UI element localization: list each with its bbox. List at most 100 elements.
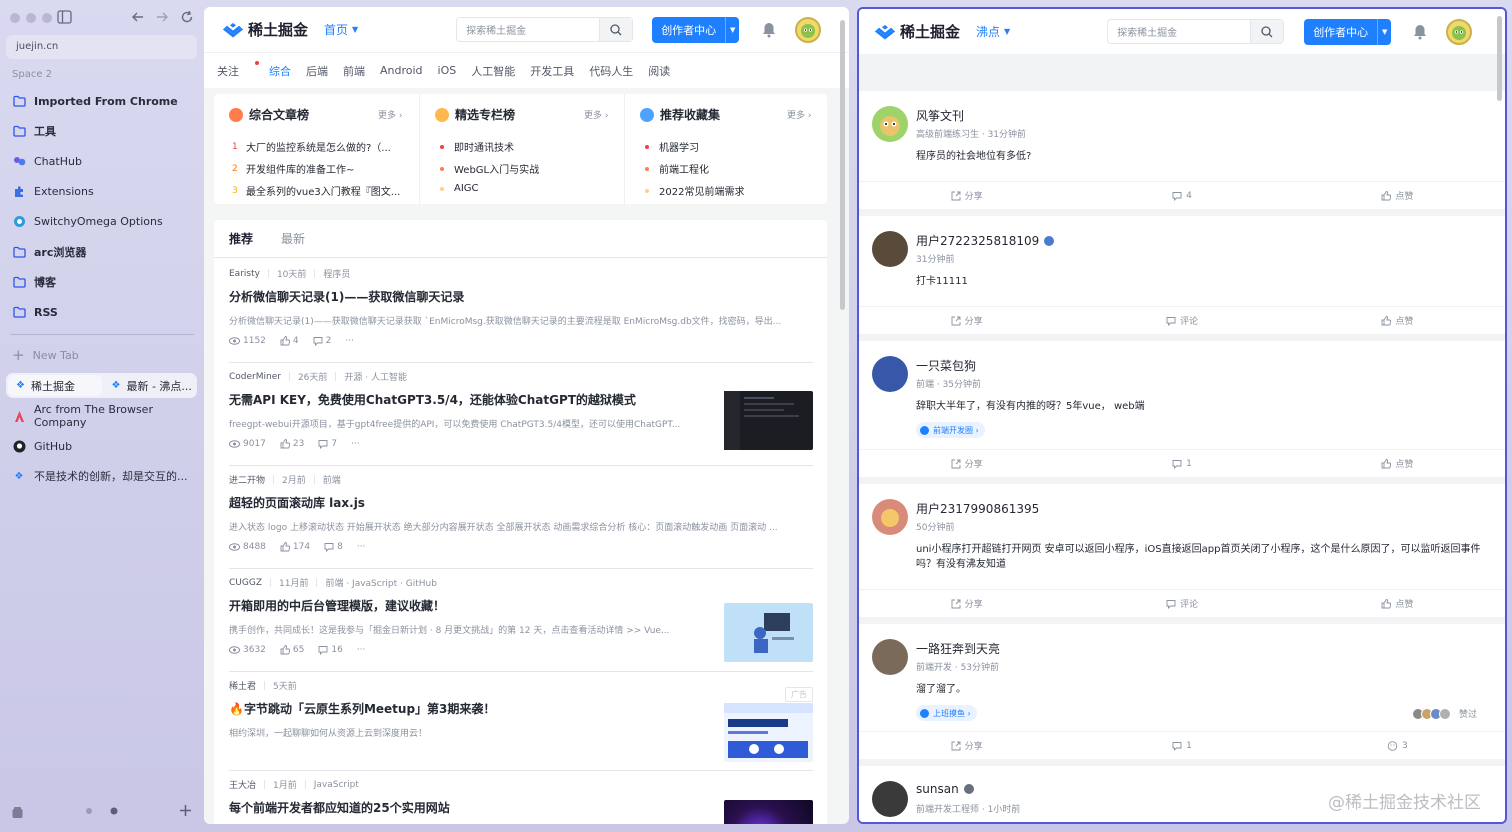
search-input[interactable]: 探索稀土掘金	[456, 17, 634, 42]
minimize-window-button[interactable]	[26, 13, 36, 23]
pin-author[interactable]: sunsan	[916, 782, 974, 796]
rank-item[interactable]: 1 大厂的监控系统是怎么做的?（...	[232, 139, 391, 155]
sidebar-item-switchyomega[interactable]: SwitchyOmega Options	[6, 208, 197, 234]
category-ios[interactable]: iOS	[438, 64, 457, 77]
like-button[interactable]: 点赞	[1290, 450, 1505, 477]
category-all[interactable]: 综合	[269, 63, 291, 79]
category-devtools[interactable]: 开发工具	[530, 63, 574, 79]
left-scrollbar[interactable]	[840, 20, 845, 310]
like-button[interactable]: 点赞	[1290, 307, 1505, 334]
comment-button[interactable]: 4	[1074, 182, 1289, 209]
rank-item[interactable]: 2022常见前端需求	[643, 183, 744, 198]
more-link[interactable]: 更多 ›	[584, 108, 608, 121]
more-icon[interactable]: ···	[351, 439, 360, 449]
article-thumbnail[interactable]	[724, 391, 813, 450]
pin-item[interactable]: 用户2317990861395 50分钟前 uni小程序打开超链打开网页 安卓可…	[859, 484, 1505, 617]
add-space-icon[interactable]	[179, 804, 192, 817]
category-frontend[interactable]: 前端	[343, 63, 365, 79]
bell-icon[interactable]	[762, 22, 776, 38]
pin-item[interactable]: 一只菜包狗 前端 · 35分钟前 辞职大半年了，有没有内推的呀？5年vue， w…	[859, 341, 1505, 477]
url-bar[interactable]: juejin.cn	[6, 35, 197, 59]
user-avatar[interactable]	[795, 16, 822, 43]
avatar[interactable]	[872, 639, 908, 675]
circle-tag[interactable]: 上班摸鱼 ›	[916, 705, 977, 721]
liked-users[interactable]: 赞过	[1411, 707, 1477, 720]
forward-icon[interactable]	[155, 10, 169, 24]
juejin-logo[interactable]: 稀土掘金	[874, 21, 960, 42]
tab-article[interactable]: ❖ 不是技术的创新，却是交互的...	[6, 463, 197, 489]
like-button[interactable]: 3	[1290, 732, 1505, 759]
like-button[interactable]: 点赞	[1290, 590, 1505, 617]
search-icon[interactable]	[1250, 20, 1284, 43]
category-android[interactable]: Android	[380, 64, 423, 77]
archive-icon[interactable]	[11, 806, 24, 819]
rank-item[interactable]: 3 最全系列的vue3入门教程『图文...	[232, 183, 400, 199]
article-item[interactable]: 进二开物 2月前 前端 超轻的页面滚动库 lax.js 进入状态 logo 上移滚动…	[229, 473, 813, 569]
rank-title[interactable]: 综合文章榜	[229, 106, 309, 123]
space-dot-active-icon[interactable]	[109, 806, 119, 816]
share-button[interactable]: 分享	[859, 590, 1074, 617]
rank-item[interactable]: 即时通讯技术	[438, 139, 514, 154]
sidebar-item-extensions[interactable]: Extensions	[6, 178, 197, 204]
split-view-tab[interactable]: ❖ 稀土掘金 ❖ 最新 - 沸点...	[6, 373, 197, 398]
category-backend[interactable]: 后端	[306, 63, 328, 79]
bell-icon[interactable]	[1413, 24, 1427, 40]
more-link[interactable]: 更多 ›	[378, 108, 402, 121]
article-item[interactable]: CUGGZ 11月前 前端 · JavaScript · GitHub 开箱即用的中…	[229, 576, 813, 672]
search-icon[interactable]	[599, 18, 633, 41]
avatar[interactable]	[872, 231, 908, 267]
like-button[interactable]: 点赞	[1290, 182, 1505, 209]
comment-button[interactable]: 评论	[1074, 590, 1289, 617]
rank-item[interactable]: AIGC	[438, 183, 479, 194]
close-window-button[interactable]	[10, 13, 20, 23]
avatar[interactable]	[872, 106, 908, 142]
pin-author[interactable]: 一路狂奔到天亮	[916, 640, 1000, 657]
comment-button[interactable]: 评论	[1074, 307, 1289, 334]
share-button[interactable]: 分享	[859, 450, 1074, 477]
tab-recommended[interactable]: 推荐	[229, 230, 253, 247]
comment-button[interactable]: 1	[1074, 732, 1289, 759]
tab-github[interactable]: GitHub	[6, 433, 197, 459]
avatar[interactable]	[872, 781, 908, 817]
nav-dropdown[interactable]: 首页 ▼	[324, 21, 358, 38]
sidebar-item-tools[interactable]: 工具	[6, 118, 197, 144]
sidebar-item-chathub[interactable]: ChatHub	[6, 148, 197, 174]
pin-author[interactable]: 用户2317990861395	[916, 500, 1039, 517]
rank-title[interactable]: 推荐收藏集	[640, 106, 720, 123]
share-button[interactable]: 分享	[859, 732, 1074, 759]
article-item[interactable]: 王大冶 1月前 JavaScript 每个前端开发者都应知道的25个实用网站	[229, 778, 813, 824]
tab-latest[interactable]: 最新	[281, 230, 305, 247]
user-avatar[interactable]	[1446, 18, 1473, 45]
category-codelife[interactable]: 代码人生	[589, 63, 633, 79]
pin-author[interactable]: 用户2722325818109	[916, 232, 1055, 249]
more-icon[interactable]: ···	[357, 645, 366, 655]
split-tab-pins[interactable]: ❖ 最新 - 沸点...	[104, 373, 198, 398]
more-icon[interactable]: ···	[357, 542, 366, 552]
nav-dropdown[interactable]: 沸点 ▼	[976, 23, 1010, 40]
comment-button[interactable]: 1	[1074, 450, 1289, 477]
pin-author[interactable]: 风筝文刊	[916, 107, 964, 124]
caret-down-icon[interactable]: ▼	[725, 16, 739, 43]
sidebar-item-rss[interactable]: RSS	[6, 299, 197, 325]
sidebar-item-imported[interactable]: Imported From Chrome	[6, 88, 197, 114]
reload-icon[interactable]	[180, 10, 194, 24]
more-link[interactable]: 更多 ›	[787, 108, 811, 121]
rank-item[interactable]: 2 开发组件库的准备工作~	[232, 161, 354, 177]
pin-item[interactable]: 一路狂奔到天亮 前端开发 · 53分钟前 溜了溜了。 上班摸鱼 › 赞过 分享 …	[859, 624, 1505, 759]
space-dot-icon[interactable]	[84, 806, 94, 816]
rank-item[interactable]: 前端工程化	[643, 161, 709, 176]
new-tab-button[interactable]: + New Tab	[12, 346, 79, 364]
article-title[interactable]: 分析微信聊天记录(1)——获取微信聊天记录	[229, 288, 813, 305]
avatar[interactable]	[872, 499, 908, 535]
category-reading[interactable]: 阅读	[648, 63, 670, 79]
search-input[interactable]: 探索稀土掘金	[1107, 19, 1285, 44]
avatar[interactable]	[872, 356, 908, 392]
article-item[interactable]: CoderMiner 26天前 开源 · 人工智能 无需API KEY，免费使用Ch…	[229, 370, 813, 466]
creator-center-button[interactable]: 创作者中心 ▼	[652, 16, 740, 43]
split-tab-juejin[interactable]: ❖ 稀土掘金	[8, 375, 102, 396]
rank-item[interactable]: WebGL入门与实战	[438, 161, 539, 176]
more-icon[interactable]: ···	[345, 336, 354, 346]
sidebar-item-blog[interactable]: 博客	[6, 269, 197, 295]
caret-down-icon[interactable]: ▼	[1377, 18, 1391, 45]
juejin-logo[interactable]: 稀土掘金	[222, 19, 308, 40]
